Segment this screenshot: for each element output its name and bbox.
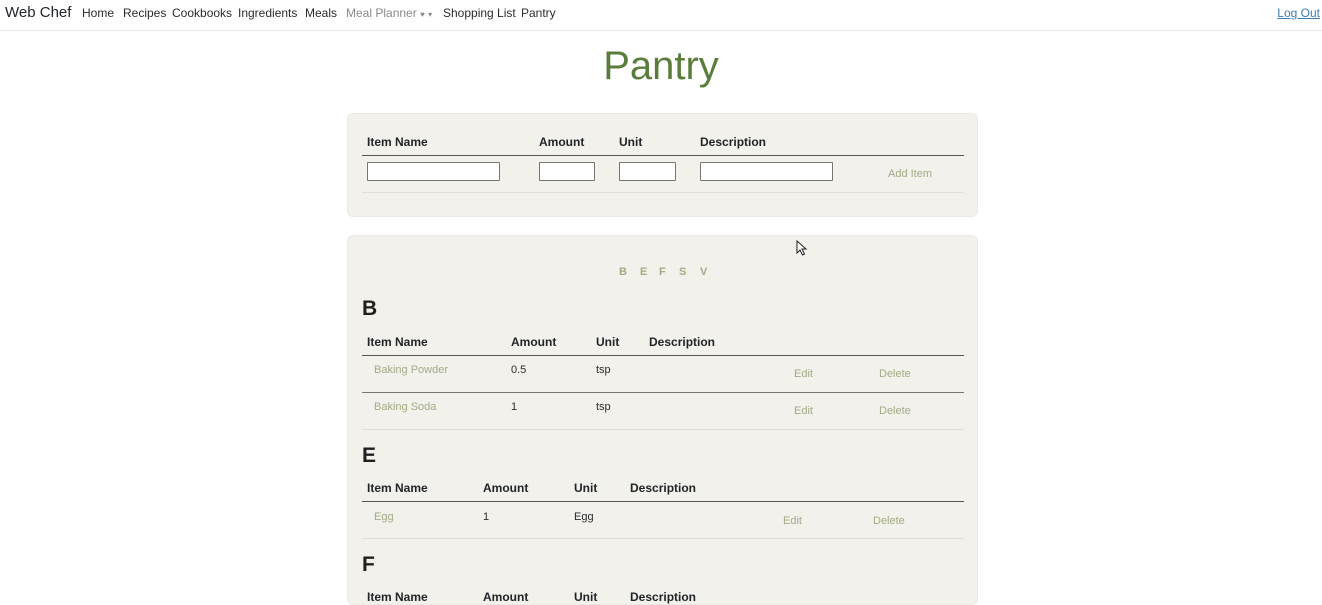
b-header-item-name: Item Name — [367, 335, 428, 349]
logout-link[interactable]: Log Out — [1277, 6, 1320, 20]
description-input[interactable] — [700, 162, 833, 181]
page-title: Pantry — [603, 44, 719, 88]
amount-input[interactable] — [539, 162, 595, 181]
add-header-description: Description — [700, 135, 767, 149]
item-amount: 1 — [483, 511, 490, 523]
f-header-description: Description — [630, 590, 697, 604]
f-header-unit: Unit — [574, 590, 598, 604]
nav-cookbooks[interactable]: Cookbooks — [172, 6, 232, 20]
pantry-item-link[interactable]: Baking Powder — [374, 364, 448, 376]
nav-recipes[interactable]: Recipes — [123, 6, 166, 20]
edit-button[interactable]: Edit — [794, 368, 813, 380]
add-header-unit: Unit — [619, 135, 643, 149]
nav-home[interactable]: Home — [82, 6, 114, 20]
f-header-item-name: Item Name — [367, 590, 428, 604]
b-header-unit: Unit — [596, 335, 620, 349]
b-header-description: Description — [649, 335, 716, 349]
add-header-amount: Amount — [539, 135, 585, 149]
e-header-description: Description — [630, 481, 697, 495]
e-header-divider — [362, 501, 964, 502]
add-header-item-name: Item Name — [367, 135, 428, 149]
e-header-item-name: Item Name — [367, 481, 428, 495]
item-unit: tsp — [596, 401, 611, 413]
row-divider — [362, 538, 964, 539]
delete-button[interactable]: Delete — [879, 368, 911, 380]
caret-down-icon: ▾ — [428, 10, 433, 19]
nav-ingredients[interactable]: Ingredients — [238, 6, 297, 20]
jump-link-s[interactable]: S — [679, 266, 686, 278]
nav-meal-planner-dropdown[interactable]: Meal Planner ♥ ▾ — [346, 6, 432, 20]
add-item-button[interactable]: Add Item — [888, 168, 932, 180]
jump-link-e[interactable]: E — [640, 266, 647, 278]
nav-meal-planner-label: Meal Planner — [346, 6, 417, 20]
item-name-input[interactable] — [367, 162, 500, 181]
nav-pantry[interactable]: Pantry — [521, 6, 556, 20]
item-amount: 1 — [511, 401, 518, 413]
e-header-amount: Amount — [483, 481, 529, 495]
nav-shopping-list[interactable]: Shopping List — [443, 6, 516, 20]
mouse-cursor-icon — [796, 240, 808, 256]
add-item-card: Item Name Amount Unit Description Add It… — [347, 113, 978, 217]
group-heading-b: B — [362, 297, 378, 320]
b-header-divider — [362, 355, 964, 356]
nav-meals[interactable]: Meals — [305, 6, 337, 20]
jump-link-b[interactable]: B — [619, 266, 627, 278]
jump-link-v[interactable]: V — [700, 266, 707, 278]
add-row-divider — [362, 192, 964, 193]
delete-button[interactable]: Delete — [873, 515, 905, 527]
item-unit: Egg — [574, 511, 594, 523]
pantry-item-link[interactable]: Egg — [374, 511, 394, 523]
edit-button[interactable]: Edit — [794, 405, 813, 417]
unit-input[interactable] — [619, 162, 676, 181]
edit-button[interactable]: Edit — [783, 515, 802, 527]
jump-link-f[interactable]: F — [659, 266, 666, 278]
brand-logo[interactable]: Web Chef — [5, 4, 71, 21]
pantry-list-card: B E F S V B Item Name Amount Unit Descri… — [347, 235, 978, 605]
row-divider — [362, 429, 964, 430]
group-heading-e: E — [362, 444, 377, 467]
delete-button[interactable]: Delete — [879, 405, 911, 417]
f-header-amount: Amount — [483, 590, 529, 604]
add-header-divider — [362, 155, 964, 156]
group-heading-f: F — [362, 553, 375, 576]
b-header-amount: Amount — [511, 335, 557, 349]
heart-icon: ♥ — [420, 10, 425, 19]
item-unit: tsp — [596, 364, 611, 376]
item-amount: 0.5 — [511, 364, 527, 376]
top-navbar: Web Chef Home Recipes Cookbooks Ingredie… — [0, 0, 1322, 31]
pantry-item-link[interactable]: Baking Soda — [374, 401, 436, 413]
e-header-unit: Unit — [574, 481, 598, 495]
row-divider — [362, 392, 964, 393]
